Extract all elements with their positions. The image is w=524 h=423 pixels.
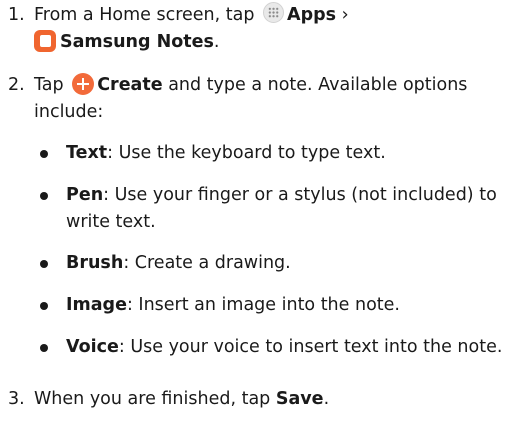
bullet-dot [40, 150, 48, 158]
step-3: 3. When you are finished, tap Save. [8, 386, 518, 413]
step-text-suffix: . [213, 32, 220, 52]
bullet-dot [40, 192, 48, 200]
bullet-dot [40, 302, 48, 310]
step-number: 2. [8, 75, 25, 95]
apps-label: Apps [287, 5, 337, 25]
step-1: 1. From a Home screen, tap Apps › Samsun… [8, 2, 518, 56]
step-2: 2. Tap Create and type a note. Available… [8, 72, 518, 126]
create-label: Create [97, 75, 163, 95]
option-item-image: Image: Insert an image into the note. [40, 292, 518, 319]
step-text: From a Home screen, tap [34, 5, 255, 25]
option-description: : Use your finger or a stylus (not inclu… [66, 185, 497, 232]
option-description: : Use the keyboard to type text. [107, 143, 386, 163]
option-term: Voice [66, 337, 119, 357]
save-label: Save [275, 389, 324, 409]
samsung-notes-app-icon [34, 30, 56, 52]
option-item-voice: Voice: Use your voice to insert text int… [40, 334, 518, 361]
bullet-dot [40, 344, 48, 352]
plus-create-icon [72, 73, 95, 95]
option-item-text: Text: Use the keyboard to type text. [40, 140, 518, 167]
option-term: Brush [66, 253, 124, 273]
samsung-notes-label: Samsung Notes [60, 32, 214, 52]
step-text: When you are finished, tap [34, 389, 271, 409]
option-term: Text [66, 143, 108, 163]
step-text: Tap [34, 75, 64, 95]
option-description: : Create a drawing. [123, 253, 291, 273]
bullet-dot [40, 260, 48, 268]
option-description: : Use your voice to insert text into the… [118, 337, 503, 357]
chevron-right-icon: › [341, 5, 349, 25]
option-item-pen: Pen: Use your finger or a stylus (not in… [40, 182, 518, 236]
apps-grid-icon [263, 2, 285, 23]
step-number: 1. [8, 5, 25, 25]
step-number: 3. [8, 389, 25, 409]
option-term: Pen [66, 185, 104, 205]
instructions-page: 1. From a Home screen, tap Apps › Samsun… [0, 0, 524, 423]
option-item-brush: Brush: Create a drawing. [40, 250, 518, 277]
option-term: Image [66, 295, 127, 315]
step-text-suffix: . [323, 389, 330, 409]
option-description: : Insert an image into the note. [126, 295, 400, 315]
